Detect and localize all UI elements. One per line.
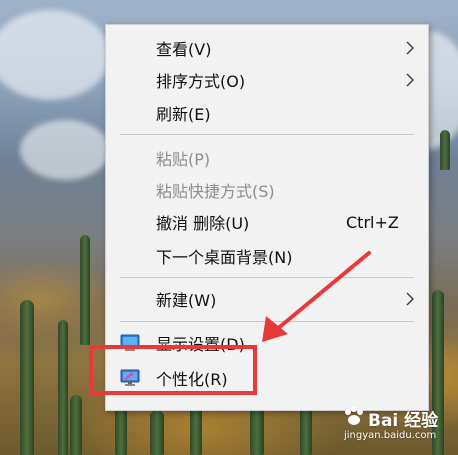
watermark-title: Bai 经验 [368, 411, 439, 431]
watermark-url: jingyan.baidu.com [344, 430, 437, 441]
paw-logo-icon [345, 406, 363, 425]
watermark: Bai 经验 jingyan.baidu.com [340, 400, 452, 450]
annotation-highlight-box [89, 345, 257, 395]
